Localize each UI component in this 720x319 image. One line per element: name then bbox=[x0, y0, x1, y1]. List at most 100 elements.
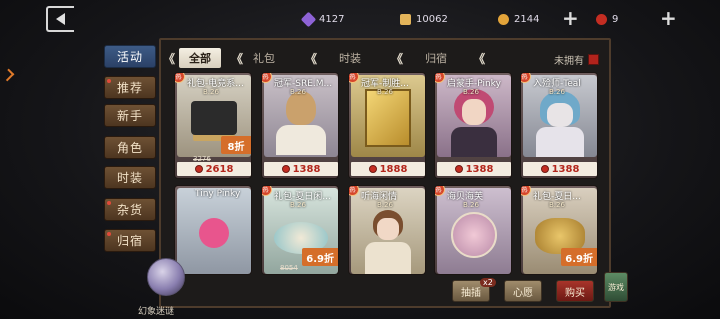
shop-card[interactable]: 热 礼包-电竞系... B.26 8折 3276 2618 bbox=[174, 72, 252, 179]
chevron-left-icon: 《 bbox=[305, 51, 318, 66]
shop-card[interactable]: 热 听海闲情 B.26 bbox=[348, 185, 426, 275]
price-tag: 1388 bbox=[264, 162, 338, 176]
item-quality: B.26 bbox=[290, 88, 306, 96]
unowned-checkbox[interactable] bbox=[588, 54, 599, 65]
side-tab-label: 新手 bbox=[116, 109, 143, 123]
shop-card[interactable]: 热 冠军-制胜... B.26 1888 bbox=[348, 72, 426, 179]
side-tab-recommend[interactable]: 推荐 bbox=[104, 76, 156, 99]
chevron-left-icon: 《 bbox=[473, 51, 486, 66]
red-coin-icon bbox=[368, 165, 377, 173]
side-tab-newbie[interactable]: 新手 bbox=[104, 104, 156, 127]
price-value: 2618 bbox=[205, 163, 234, 175]
filter-tab-label: 全部 bbox=[189, 52, 212, 65]
add-coins-button[interactable]: + bbox=[562, 8, 579, 28]
character-body-icon bbox=[276, 125, 326, 155]
price-value: 1888 bbox=[379, 163, 408, 175]
red-coin-icon bbox=[454, 165, 463, 173]
red-coin-value: 9 bbox=[612, 13, 619, 25]
game-button[interactable]: 游戏 bbox=[604, 272, 628, 302]
red-coin-icon bbox=[540, 165, 549, 173]
item-art bbox=[177, 188, 251, 274]
filter-bar: 《 全部 《 礼包 《 时装 《 归宿 《 bbox=[163, 47, 608, 69]
side-tab-label: 角色 bbox=[116, 141, 143, 155]
discount-badge: 6.9折 bbox=[561, 248, 597, 266]
filter-tab-gift[interactable]: 礼包 bbox=[253, 50, 275, 66]
filter-tab-label: 时装 bbox=[339, 52, 362, 65]
item-quality: B.26 bbox=[377, 88, 393, 96]
chevron-left-icon: 《 bbox=[231, 51, 244, 66]
draw-button-label: 抽插 bbox=[461, 287, 481, 299]
side-tab-fashion[interactable]: 时装 bbox=[104, 166, 156, 189]
side-tab-misc[interactable]: 杂货 bbox=[104, 198, 156, 221]
item-quality: B.26 bbox=[377, 201, 393, 209]
side-tab-label: 推荐 bbox=[116, 81, 143, 95]
side-tab-label: 活动 bbox=[116, 50, 143, 64]
globe-label: 幻象迷谜 bbox=[138, 307, 175, 317]
discount-badge: 6.9折 bbox=[302, 248, 338, 266]
price-tag: 1388 bbox=[523, 162, 597, 176]
unowned-filter[interactable]: 未拥有 bbox=[554, 52, 599, 67]
character-head-icon bbox=[547, 103, 573, 127]
shop-card[interactable]: 热 冠军-SRE.M... B.26 1388 bbox=[261, 72, 339, 179]
coins-value: 2144 bbox=[514, 13, 540, 25]
add-red-coin-button[interactable]: + bbox=[660, 8, 677, 28]
shop-card[interactable]: 热 启蒙手-Pinky B.26 1388 bbox=[434, 72, 512, 179]
item-quality: B.26 bbox=[290, 201, 306, 209]
character-head-icon bbox=[286, 91, 316, 125]
character-body-icon bbox=[365, 242, 411, 274]
price-tag: 2618 bbox=[177, 162, 251, 176]
pink-duck-icon bbox=[199, 218, 229, 248]
item-quality: B.26 bbox=[203, 88, 219, 96]
purchase-button[interactable]: 购买 bbox=[556, 280, 594, 302]
price-value: 1388 bbox=[551, 163, 580, 175]
unowned-label: 未拥有 bbox=[554, 56, 584, 67]
fragments-value: 10062 bbox=[416, 13, 448, 25]
shop-card[interactable]: 热 海贝海芙 B.26 bbox=[434, 185, 512, 275]
notification-dot bbox=[107, 79, 111, 83]
filter-tab-destination[interactable]: 归宿 bbox=[425, 50, 447, 66]
fragments-counter: 10062 bbox=[400, 11, 448, 27]
shop-card[interactable]: Tiny Pinky bbox=[174, 185, 252, 275]
snow-globe-icon[interactable] bbox=[147, 258, 185, 296]
filter-tab-label: 归宿 bbox=[425, 52, 448, 65]
shop-card[interactable]: 热 礼包-夏日闲... B.26 6.9折 8054 bbox=[261, 185, 339, 275]
price-value: 1388 bbox=[292, 163, 321, 175]
discount-badge: 8折 bbox=[221, 136, 251, 154]
gift-box-icon bbox=[191, 101, 237, 135]
filter-tab-label: 礼包 bbox=[253, 52, 276, 65]
price-tag: 1888 bbox=[351, 162, 425, 176]
filter-tab-all[interactable]: 全部 bbox=[179, 48, 222, 68]
character-head-icon bbox=[377, 218, 399, 240]
notification-dot bbox=[107, 201, 111, 205]
shell-frame-icon bbox=[451, 212, 497, 258]
original-price: 8054 bbox=[280, 264, 298, 272]
side-tab-activity[interactable]: 活动 bbox=[104, 45, 156, 68]
game-button-label: 游戏 bbox=[608, 282, 624, 292]
chevron-left-icon: 《 bbox=[391, 51, 404, 66]
purchase-button-label: 购买 bbox=[565, 287, 585, 299]
side-tab-label: 归宿 bbox=[116, 234, 143, 248]
purple-crystal-value: 4127 bbox=[319, 13, 345, 25]
item-quality: B.26 bbox=[549, 201, 565, 209]
purple-crystal-counter: 4127 bbox=[300, 11, 345, 27]
back-icon[interactable] bbox=[46, 6, 74, 32]
chevron-left-icon[interactable]: 《 bbox=[163, 50, 175, 67]
character-body-icon bbox=[451, 127, 497, 157]
item-quality: B.26 bbox=[463, 201, 479, 209]
price-value: 1388 bbox=[465, 163, 494, 175]
side-tab-destination[interactable]: 归宿 bbox=[104, 229, 156, 252]
purple-crystal-icon bbox=[300, 11, 317, 27]
fragment-icon bbox=[400, 13, 411, 25]
shop-card[interactable]: 热 礼包-夏日... B.26 6.9折 bbox=[520, 185, 598, 275]
wishlist-button-label: 心愿 bbox=[513, 287, 533, 299]
side-tab-label: 时装 bbox=[116, 171, 143, 185]
red-coin-icon bbox=[596, 13, 607, 25]
filter-tab-fashion[interactable]: 时装 bbox=[339, 50, 361, 66]
wishlist-button[interactable]: 心愿 bbox=[504, 280, 542, 302]
side-tab-character[interactable]: 角色 bbox=[104, 136, 156, 159]
shop-card[interactable]: 热 入殓师-Teal B.26 1388 bbox=[520, 72, 598, 179]
expand-arrow-icon[interactable] bbox=[1, 68, 15, 82]
character-head-icon bbox=[462, 99, 486, 125]
notification-dot bbox=[107, 232, 111, 236]
coins-counter: 2144 bbox=[498, 11, 539, 27]
